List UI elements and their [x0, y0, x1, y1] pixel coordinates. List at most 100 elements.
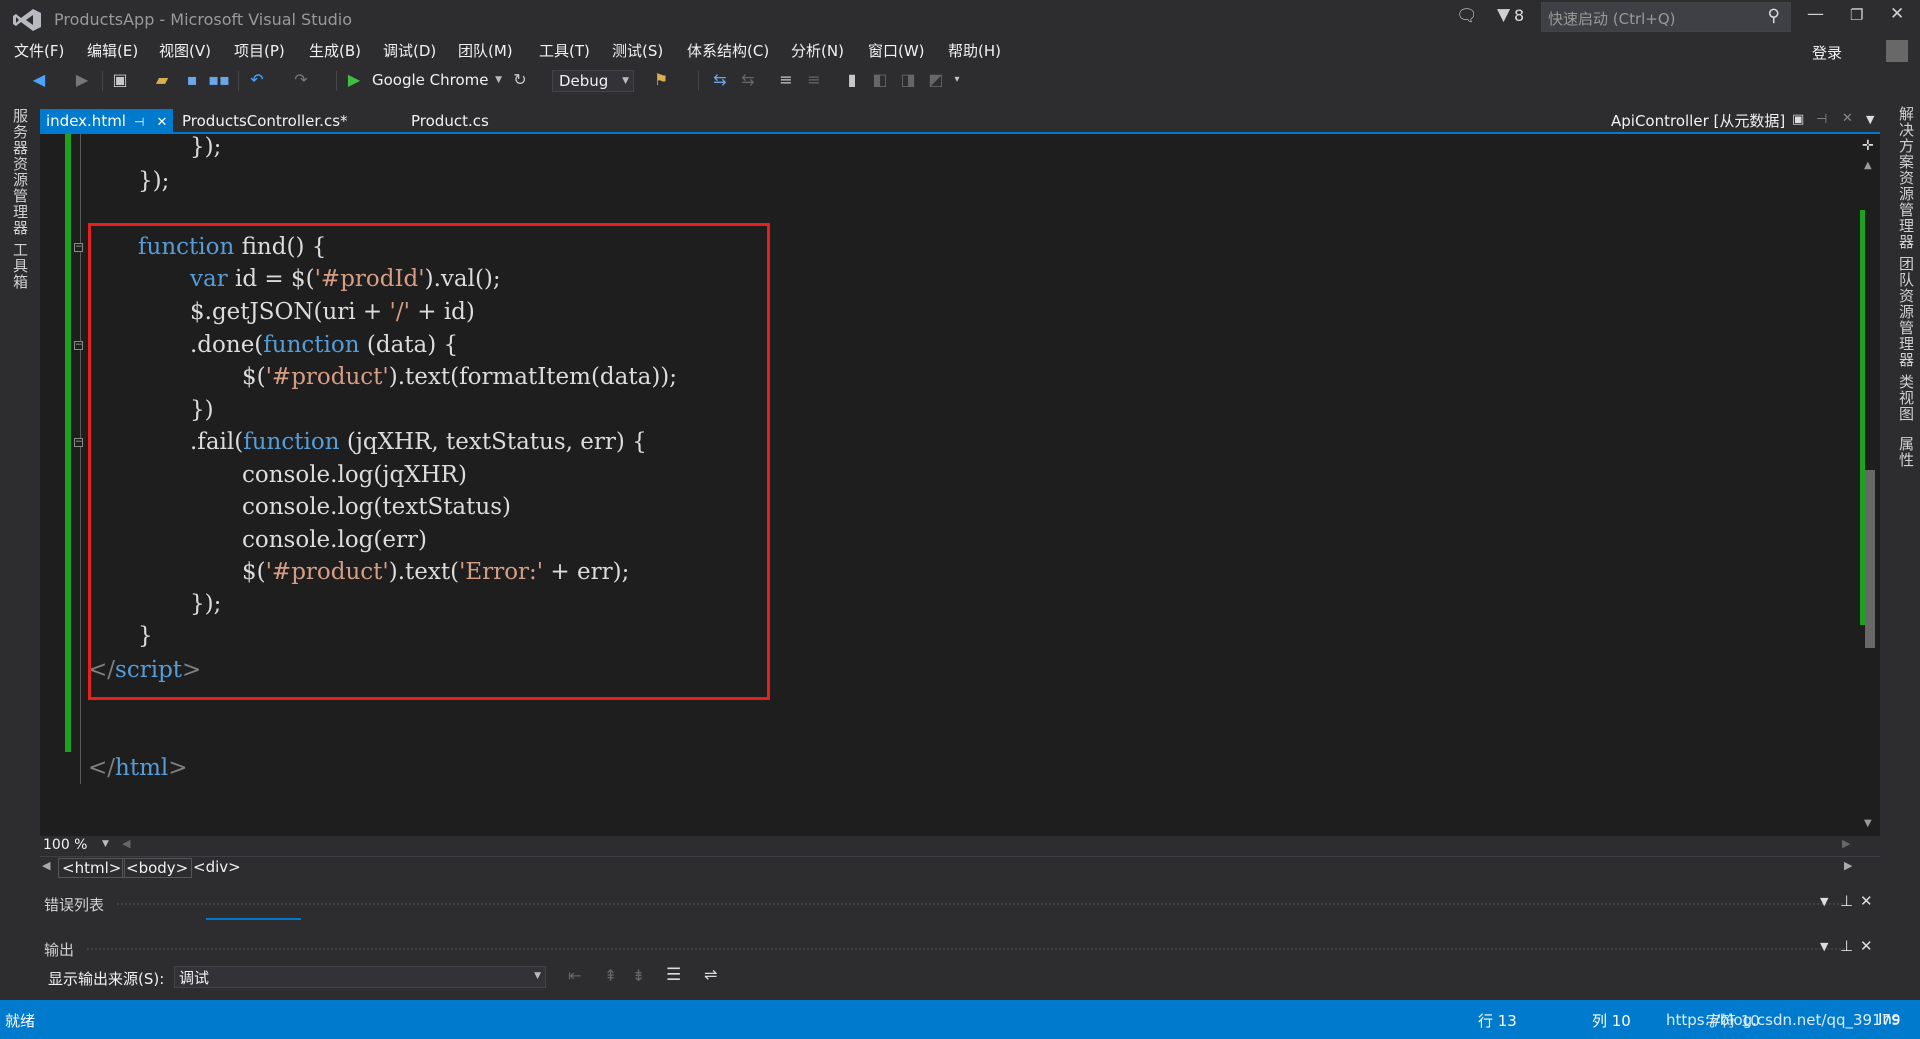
scroll-up-icon[interactable]: ▲	[1864, 160, 1872, 171]
account-avatar-icon[interactable]	[1886, 40, 1908, 62]
undo-icon[interactable]: ↶	[246, 66, 268, 94]
redo-icon[interactable]: ↷	[290, 66, 312, 94]
tab-api-controller-metadata[interactable]: ApiController [从元数据]	[1605, 109, 1791, 133]
comment-icon[interactable]: ≡	[776, 66, 796, 94]
close-preview-tab-icon[interactable]: ✕	[1842, 111, 1853, 126]
status-ready: 就绪	[5, 1012, 36, 1030]
find-message-icon[interactable]: ⇤	[568, 966, 581, 985]
menu-edit[interactable]: 编辑(E)	[87, 40, 138, 61]
solution-configuration-value: Debug	[559, 72, 609, 90]
next-message-icon[interactable]: ⇟	[632, 966, 645, 985]
close-window-icon[interactable]: ✕	[1890, 4, 1904, 24]
clear-bookmarks-icon[interactable]: ◩	[926, 66, 946, 94]
tab-label: ApiController [从元数据]	[1611, 112, 1786, 130]
server-explorer-tab[interactable]: 服务器资源管理器	[10, 108, 31, 236]
zoom-dropdown-icon[interactable]: ▼	[102, 839, 109, 849]
start-debugging-icon[interactable]: ▶	[344, 66, 364, 94]
prev-bookmark-icon[interactable]: ◧	[870, 66, 890, 94]
next-bookmark-icon[interactable]: ◨	[898, 66, 918, 94]
panel-title[interactable]: 输出	[44, 939, 74, 960]
bookmark-icon[interactable]: ▮	[842, 66, 862, 94]
menu-architecture[interactable]: 体系结构(C)	[687, 40, 769, 61]
step-disabled-icon[interactable]: ⇆	[738, 66, 758, 94]
save-all-icon[interactable]: ▪▪	[208, 66, 230, 94]
solution-configuration-dropdown[interactable]: Debug ▼	[552, 70, 634, 92]
open-file-icon[interactable]: ▰	[152, 66, 172, 94]
menu-team[interactable]: 团队(M)	[458, 40, 513, 61]
pin-icon[interactable]: ⊣	[134, 115, 144, 129]
word-wrap-icon[interactable]: ⇌	[704, 965, 717, 984]
toolbar-overflow-icon[interactable]: ▾	[950, 66, 964, 94]
breadcrumb-item[interactable]: <body>	[122, 858, 193, 878]
menu-analyze[interactable]: 分析(N)	[791, 40, 844, 61]
tab-products-controller[interactable]: ProductsController.cs*	[176, 109, 354, 133]
breadcrumb-item[interactable]: <div>	[190, 858, 244, 876]
uncomment-icon[interactable]: ≡	[804, 66, 824, 94]
menu-file[interactable]: 文件(F)	[14, 40, 64, 61]
menu-view[interactable]: 视图(V)	[159, 40, 211, 61]
tab-index-html[interactable]: index.html ⊣ ✕	[40, 109, 174, 133]
panel-title[interactable]: 错误列表	[44, 894, 104, 915]
scroll-down-icon[interactable]: ▼	[1864, 818, 1872, 829]
menu-window[interactable]: 窗口(W)	[868, 40, 925, 61]
quick-launch-input[interactable]: 快速启动 (Ctrl+Q) ⚲	[1541, 2, 1791, 32]
prev-message-icon[interactable]: ⇞	[604, 966, 617, 985]
status-bar: 就绪 行 13 列 10 字符 10 Ins https://blog.csdn…	[0, 1000, 1920, 1039]
pin-icon[interactable]: ⊥	[1840, 892, 1853, 910]
step-icon[interactable]: ⇆	[710, 66, 730, 94]
sign-in-link[interactable]: 登录	[1812, 42, 1842, 63]
pin-icon[interactable]: ⊥	[1840, 937, 1853, 955]
panel-menu-icon[interactable]: ▼	[1820, 895, 1828, 908]
browser-selector[interactable]: Google Chrome ▼	[366, 70, 506, 92]
scroll-left-icon[interactable]: ◀	[122, 837, 130, 850]
change-tracking-bar	[65, 134, 71, 752]
close-tab-icon[interactable]: ✕	[156, 115, 167, 130]
zoom-level[interactable]: 100 %	[43, 837, 87, 853]
scroll-right-icon[interactable]: ▶	[1842, 837, 1850, 850]
close-panel-icon[interactable]: ✕	[1860, 892, 1873, 910]
keep-open-icon[interactable]: ▣	[1792, 112, 1804, 127]
chevron-down-icon: ▼	[495, 75, 502, 85]
tab-list-dropdown-icon[interactable]: ▼	[1866, 113, 1874, 126]
tab-product-cs[interactable]: Product.cs	[405, 109, 495, 133]
breadcrumb-right-icon[interactable]: ▶	[1844, 859, 1852, 872]
clear-all-icon[interactable]: ☰	[666, 965, 681, 985]
collapse-icon[interactable]: −	[74, 341, 83, 350]
search-icon[interactable]: ⚲	[1768, 6, 1780, 26]
menu-debug[interactable]: 调试(D)	[383, 40, 436, 61]
team-explorer-tab[interactable]: 团队资源管理器	[1896, 256, 1917, 368]
menu-project[interactable]: 项目(P)	[234, 40, 285, 61]
solution-explorer-tab[interactable]: 解决方案资源管理器	[1896, 106, 1917, 250]
navigate-back-icon[interactable]: ◀	[28, 66, 50, 94]
close-panel-icon[interactable]: ✕	[1860, 937, 1873, 955]
collapse-icon[interactable]: −	[74, 438, 83, 447]
notifications-filter-icon[interactable]: ▼	[1497, 5, 1510, 25]
new-project-icon[interactable]: ▣	[110, 66, 130, 94]
breadcrumb-left-icon[interactable]: ◀	[42, 859, 50, 872]
toolbox-tab[interactable]: 工具箱	[10, 242, 31, 290]
menu-build[interactable]: 生成(B)	[309, 40, 361, 61]
class-view-tab[interactable]: 类视图	[1896, 374, 1917, 422]
split-window-icon[interactable]: ✛	[1862, 138, 1874, 154]
restore-icon[interactable]: ❐	[1850, 6, 1863, 24]
menu-help[interactable]: 帮助(H)	[948, 40, 1001, 61]
chevron-down-icon: ▼	[534, 971, 541, 981]
scrollbar-thumb[interactable]	[1865, 470, 1875, 648]
code-line: });	[190, 134, 222, 160]
properties-tab[interactable]: 属性	[1896, 436, 1917, 468]
find-in-files-icon[interactable]: ⚑	[650, 66, 672, 94]
save-icon[interactable]: ▪	[182, 66, 202, 94]
navigate-forward-icon[interactable]: ▶	[72, 66, 92, 94]
panel-menu-icon[interactable]: ▼	[1820, 940, 1828, 953]
collapse-icon[interactable]: −	[74, 243, 83, 252]
menu-tools[interactable]: 工具(T)	[539, 40, 590, 61]
window-title: ProductsApp - Microsoft Visual Studio	[54, 10, 352, 29]
pin-disabled-icon[interactable]: ⊣	[1816, 112, 1827, 127]
feedback-icon[interactable]: 🗨	[1456, 6, 1478, 26]
output-source-dropdown[interactable]: 调试 ▼	[174, 966, 546, 988]
menu-test[interactable]: 测试(S)	[612, 40, 663, 61]
minimize-icon[interactable]: —	[1807, 4, 1824, 24]
breadcrumb-item[interactable]: <html>	[58, 858, 126, 878]
right-tool-rail: 解决方案资源管理器 团队资源管理器 类视图 属性	[1890, 96, 1920, 1000]
refresh-browser-icon[interactable]: ↻	[510, 66, 530, 94]
